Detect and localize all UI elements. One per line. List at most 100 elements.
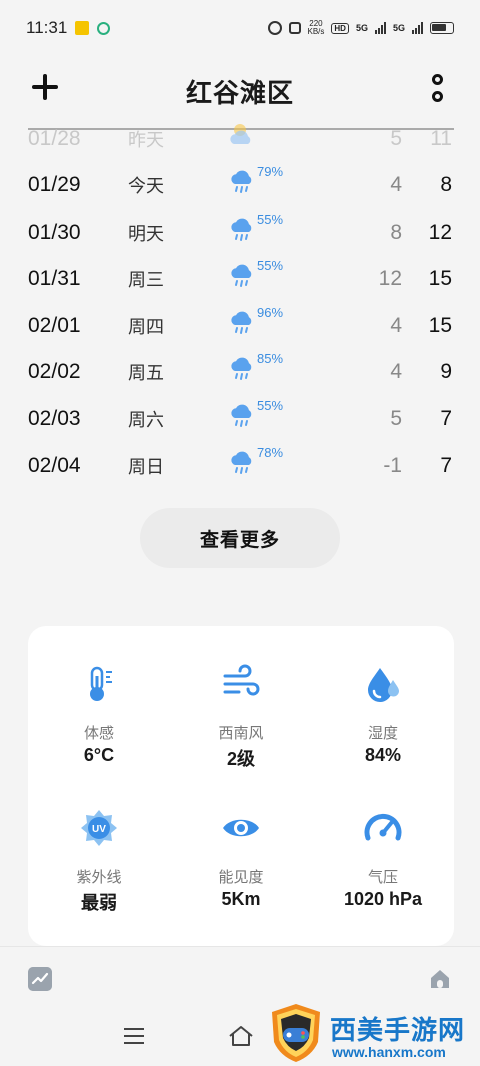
low-temperature: 8 [390,221,402,244]
app-notification-icon [75,21,90,35]
detail-value: 最弱 [81,893,117,913]
high-temperature: 8 [440,173,452,196]
more-options-icon[interactable] [430,74,444,102]
precipitation-chance: 55% [257,212,284,227]
forecast-day: 周三 [128,270,164,290]
detail-value: 1020 hPa [343,889,423,909]
high-temperature: 11 [430,127,452,150]
rain-icon [231,264,252,287]
network-speed: 220 KB/s [308,20,325,36]
high-temperature: 15 [428,267,452,290]
forecast-day: 周六 [128,410,164,430]
detail-feels-like: 体感 6°C [28,626,170,766]
hd-badge: HD [331,22,349,34]
signal-icon [374,22,386,34]
high-temperature: 7 [440,407,452,430]
watermark-url: www.hanxm.com [332,1044,446,1060]
detail-visibility: 能见度 5Km [170,770,312,910]
precipitation-chance: 78% [257,445,284,460]
detail-label: 能见度 [218,869,264,886]
forecast-date: 02/04 [28,454,81,477]
precipitation-chance: 55% [257,258,284,273]
rain-icon [231,170,252,193]
precipitation-chance: 79% [257,164,284,179]
weather-details-card: 体感 6°C 西南风 2级 湿度 84% UV 紫外线 最弱 能见度 5Km 气… [28,626,454,946]
high-temperature: 12 [428,221,452,244]
forecast-row[interactable]: 01/30 明天 55% 8 12 [0,210,480,256]
humidity-icon [368,668,399,702]
forecast-day: 周五 [128,363,164,383]
detail-label: 体感 [83,725,114,742]
trend-chart-icon[interactable] [28,967,52,991]
rain-icon [231,451,252,474]
detail-pressure: 气压 1020 hPa [312,770,454,910]
precipitation-chance: 85% [257,351,284,366]
detail-value: 84% [364,745,402,765]
detail-label: 湿度 [367,725,398,742]
forecast-row[interactable]: 02/01 周四 96% 4 15 [0,303,480,349]
forecast-day: 周四 [128,317,164,337]
rain-icon [231,218,252,241]
uv-icon-text: UV [92,824,106,835]
detail-label: 气压 [367,869,398,886]
watermark: 西美手游网 www.hanxm.com [268,1000,480,1066]
add-city-icon[interactable] [30,72,60,102]
high-temperature: 9 [440,360,452,383]
forecast-date: 01/28 [28,127,81,150]
forecast-row[interactable]: 01/28 昨天 5 11 [0,116,480,162]
wind-icon [223,664,260,696]
view-more-button[interactable]: 查看更多 [140,508,340,568]
rain-icon [231,311,252,334]
forecast-row[interactable]: 02/02 周五 85% 4 9 [0,349,480,395]
forecast-date: 02/02 [28,360,81,383]
eye-icon [223,819,259,837]
gauge-icon [364,814,402,841]
forecast-row[interactable]: 01/31 周三 55% 12 15 [0,256,480,302]
detail-humidity: 湿度 84% [312,626,454,766]
detail-value: 2级 [226,749,255,769]
forecast-day: 今天 [128,176,164,196]
high-temperature: 7 [440,454,452,477]
low-temperature: 4 [390,360,402,383]
forecast-date: 01/29 [28,173,81,196]
alarm-icon [267,21,282,35]
uv-icon: UV [81,810,117,846]
partly-cloudy-icon [230,124,251,144]
forecast-row[interactable]: 01/29 今天 79% 4 8 [0,162,480,208]
status-time: 11:31 [26,18,68,37]
forecast-date: 01/31 [28,267,81,290]
low-temperature: 12 [378,267,402,290]
detail-label: 西南风 [218,725,264,742]
detail-label: 紫外线 [76,869,122,886]
detail-value: 5Km [221,889,261,909]
detail-wind: 西南风 2级 [170,626,312,769]
speed-unit: KB/s [307,27,325,36]
low-temperature: 4 [390,314,402,337]
recent-apps-icon[interactable] [124,1028,144,1044]
forecast-day: 周日 [128,457,164,477]
watermark-title: 西美手游网 [330,1015,466,1045]
page-title: 红谷滩区 [185,77,294,108]
forecast-date: 01/30 [28,221,81,244]
precipitation-chance: 96% [257,305,284,320]
rain-icon [231,357,252,380]
detail-value: 6°C [83,745,115,765]
rain-icon [231,404,252,427]
forecast-row[interactable]: 02/03 周六 55% 5 7 [0,396,480,442]
detail-uv: UV 紫外线 最弱 [28,770,170,913]
high-temperature: 15 [428,314,452,337]
low-temperature: 5 [390,127,402,150]
forecast-date: 02/01 [28,314,81,337]
forecast-date: 02/03 [28,407,81,430]
low-temperature: -1 [383,454,402,477]
gamepad-shield-logo [272,1004,320,1062]
app-notification-icon-2 [97,21,111,35]
home-icon[interactable] [428,967,452,991]
forecast-day: 明天 [128,224,164,244]
nav-home-icon[interactable] [228,1024,254,1048]
network-type-2: 5G [392,23,405,33]
status-left: 11:31 [26,18,111,38]
thermometer-icon [90,666,112,701]
forecast-row[interactable]: 02/04 周日 78% -1 7 [0,443,480,489]
network-type-1: 5G [355,23,368,33]
